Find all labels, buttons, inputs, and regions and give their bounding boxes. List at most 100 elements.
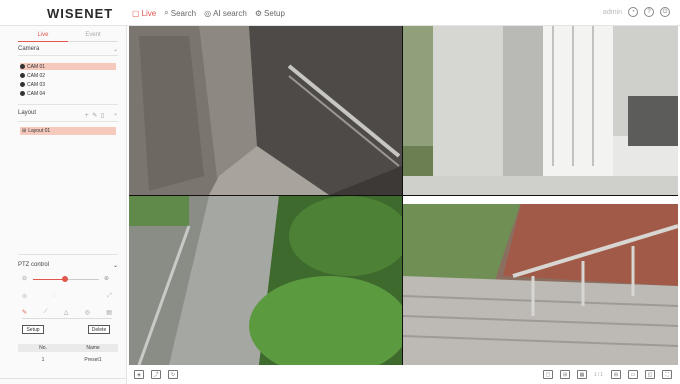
- nav-search[interactable]: ⌕ Search: [164, 8, 196, 18]
- camera-label: CAM 02: [27, 72, 46, 79]
- video-tile-1[interactable]: [129, 26, 402, 195]
- video-tile-2[interactable]: [403, 26, 678, 195]
- video-tile-3[interactable]: [129, 196, 402, 365]
- sequence-icon[interactable]: ▭: [628, 370, 638, 379]
- capture-icon[interactable]: ◈: [134, 370, 144, 379]
- main-nav: ▢ Live ⌕ Search ◎ AI search ⚙ Setup: [132, 8, 285, 18]
- toolbar-left: ◈ ⤴ ↻: [134, 370, 178, 379]
- tab-tour[interactable]: ◎: [85, 309, 90, 316]
- edit-icon[interactable]: ✎: [92, 113, 98, 119]
- zoom-slider[interactable]: ⊖ ⊕: [22, 275, 114, 283]
- user-icon[interactable]: ◔: [628, 7, 638, 17]
- camera-label: CAM 01: [27, 63, 46, 70]
- camera-status-icon: [20, 82, 25, 87]
- zoom-in-icon[interactable]: ⊕: [104, 275, 109, 282]
- sidebar: Live Event Camera ⌄ CAM 01 CAM 02 CAM 03…: [0, 26, 127, 384]
- layout-4-icon[interactable]: ⊞: [560, 370, 571, 379]
- camera-item-02[interactable]: CAM 02: [20, 72, 116, 79]
- grid-icon[interactable]: ⊞: [611, 370, 621, 379]
- delete-button-label: Delete: [91, 326, 107, 333]
- trash-icon[interactable]: ▯: [101, 113, 105, 119]
- divider: [0, 378, 127, 379]
- zoom-out-icon[interactable]: ⊖: [22, 275, 27, 282]
- zoom-fill: [33, 279, 65, 280]
- chevron-down-icon: ⌄: [112, 47, 118, 53]
- table-cell: 1: [41, 356, 45, 363]
- tab-event[interactable]: Event: [68, 32, 118, 42]
- setup-button[interactable]: Setup: [22, 325, 44, 334]
- zoom-handle[interactable]: [62, 276, 68, 282]
- divider: [18, 254, 118, 255]
- chevron-down-icon: ⌄: [112, 263, 118, 269]
- camera-header-label: Camera: [18, 46, 40, 52]
- tab-group[interactable]: △: [64, 309, 69, 316]
- layout-item-label: Layout 01: [28, 128, 51, 134]
- camera-label: CAM 04: [27, 90, 46, 97]
- help-icon[interactable]: ?: [644, 7, 654, 17]
- grid-icon: ⊞: [22, 128, 27, 134]
- delete-button[interactable]: Delete: [88, 325, 110, 334]
- ptz-action-row: ⊚ ◌ ⤢: [22, 293, 112, 300]
- table-header: No. Name: [18, 344, 118, 352]
- sidebar-tabs: Live Event: [18, 32, 118, 42]
- nav-setup[interactable]: ⚙ Setup: [255, 8, 285, 18]
- gear-icon: ⚙: [254, 8, 263, 18]
- camera-item-04[interactable]: CAM 04: [20, 90, 116, 97]
- divider: [18, 104, 118, 105]
- preset-table: No. Name 1 Preset1: [18, 344, 118, 364]
- camera-section-header[interactable]: Camera ⌄: [18, 46, 118, 53]
- setup-button-label: Setup: [26, 326, 40, 333]
- camera-status-icon: [20, 91, 25, 96]
- table-row[interactable]: 1 Preset1: [18, 355, 118, 364]
- column-header: No.: [39, 345, 47, 351]
- tab-swing[interactable]: ⟋: [43, 309, 47, 316]
- layout-tools: + ✎ ▯: [85, 112, 105, 119]
- rotate-icon[interactable]: ↻: [168, 370, 178, 379]
- ai-search-icon: ◎: [204, 8, 212, 18]
- divider: [18, 55, 118, 56]
- ptz-section-header[interactable]: PTZ control ⌄: [18, 262, 118, 269]
- bottom-toolbar: ◈ ⤴ ↻ ▢ ⊞ ▦ 1/1 ⊞ ▭ ◱ ⛶: [129, 366, 680, 384]
- chevron-down-icon: ⌄: [112, 111, 118, 117]
- live-icon: ▢: [132, 8, 140, 18]
- layout-custom-icon[interactable]: ▦: [577, 370, 588, 379]
- user-name: admin: [602, 8, 622, 16]
- tab-event-label: Event: [85, 32, 101, 38]
- video-tile-4[interactable]: [403, 196, 678, 365]
- power-icon[interactable]: ⏻: [660, 7, 670, 17]
- page-indicator: 1/1: [594, 371, 604, 378]
- camera-status-icon: [20, 73, 25, 78]
- fullscreen-icon[interactable]: ⛶: [662, 370, 672, 379]
- top-right-tools: admin ◔ ? ⏻: [603, 7, 670, 17]
- tab-live[interactable]: Live: [18, 32, 68, 42]
- tab-trace[interactable]: ▤: [106, 309, 112, 316]
- layout-1-icon[interactable]: ▢: [543, 370, 554, 379]
- video-grid: [129, 26, 678, 365]
- camera-status-icon: [20, 64, 25, 69]
- ptz-tabs: ✎ ⟋ △ ◎ ▤: [22, 309, 112, 319]
- ptz-header-label: PTZ control: [18, 262, 50, 268]
- iris-icon[interactable]: ◌: [53, 293, 57, 300]
- camera-item-03[interactable]: CAM 03: [20, 81, 116, 88]
- layout-header-label: Layout: [18, 110, 37, 116]
- search-icon: ⌕: [164, 8, 169, 17]
- nav-live-label: Live: [141, 8, 157, 18]
- divider: [18, 121, 118, 122]
- toolbar-right: ▢ ⊞ ▦ 1/1 ⊞ ▭ ◱ ⛶: [543, 370, 672, 379]
- column-header: Name: [86, 345, 100, 351]
- nav-live[interactable]: ▢ Live: [132, 8, 156, 18]
- nav-ai-search[interactable]: ◎ AI search: [204, 8, 247, 18]
- table-cell: Preset1: [84, 356, 102, 363]
- nav-search-label: Search: [170, 8, 197, 18]
- camera-item-01[interactable]: CAM 01: [20, 63, 116, 70]
- nav-setup-label: Setup: [264, 8, 285, 18]
- export-icon[interactable]: ⤴: [151, 370, 161, 379]
- tab-preset[interactable]: ✎: [22, 309, 27, 316]
- layout-item[interactable]: ⊞ Layout 01: [20, 127, 116, 135]
- focus-icon[interactable]: ⊚: [22, 293, 27, 300]
- aspect-icon[interactable]: ◱: [645, 370, 655, 379]
- app-window: ✓ WISENET ▢ Live ⌕ Search ◎ AI search ⚙ …: [0, 0, 680, 384]
- logo: WISENET: [47, 6, 114, 21]
- fit-icon[interactable]: ⤢: [107, 293, 112, 300]
- add-icon[interactable]: +: [85, 113, 90, 119]
